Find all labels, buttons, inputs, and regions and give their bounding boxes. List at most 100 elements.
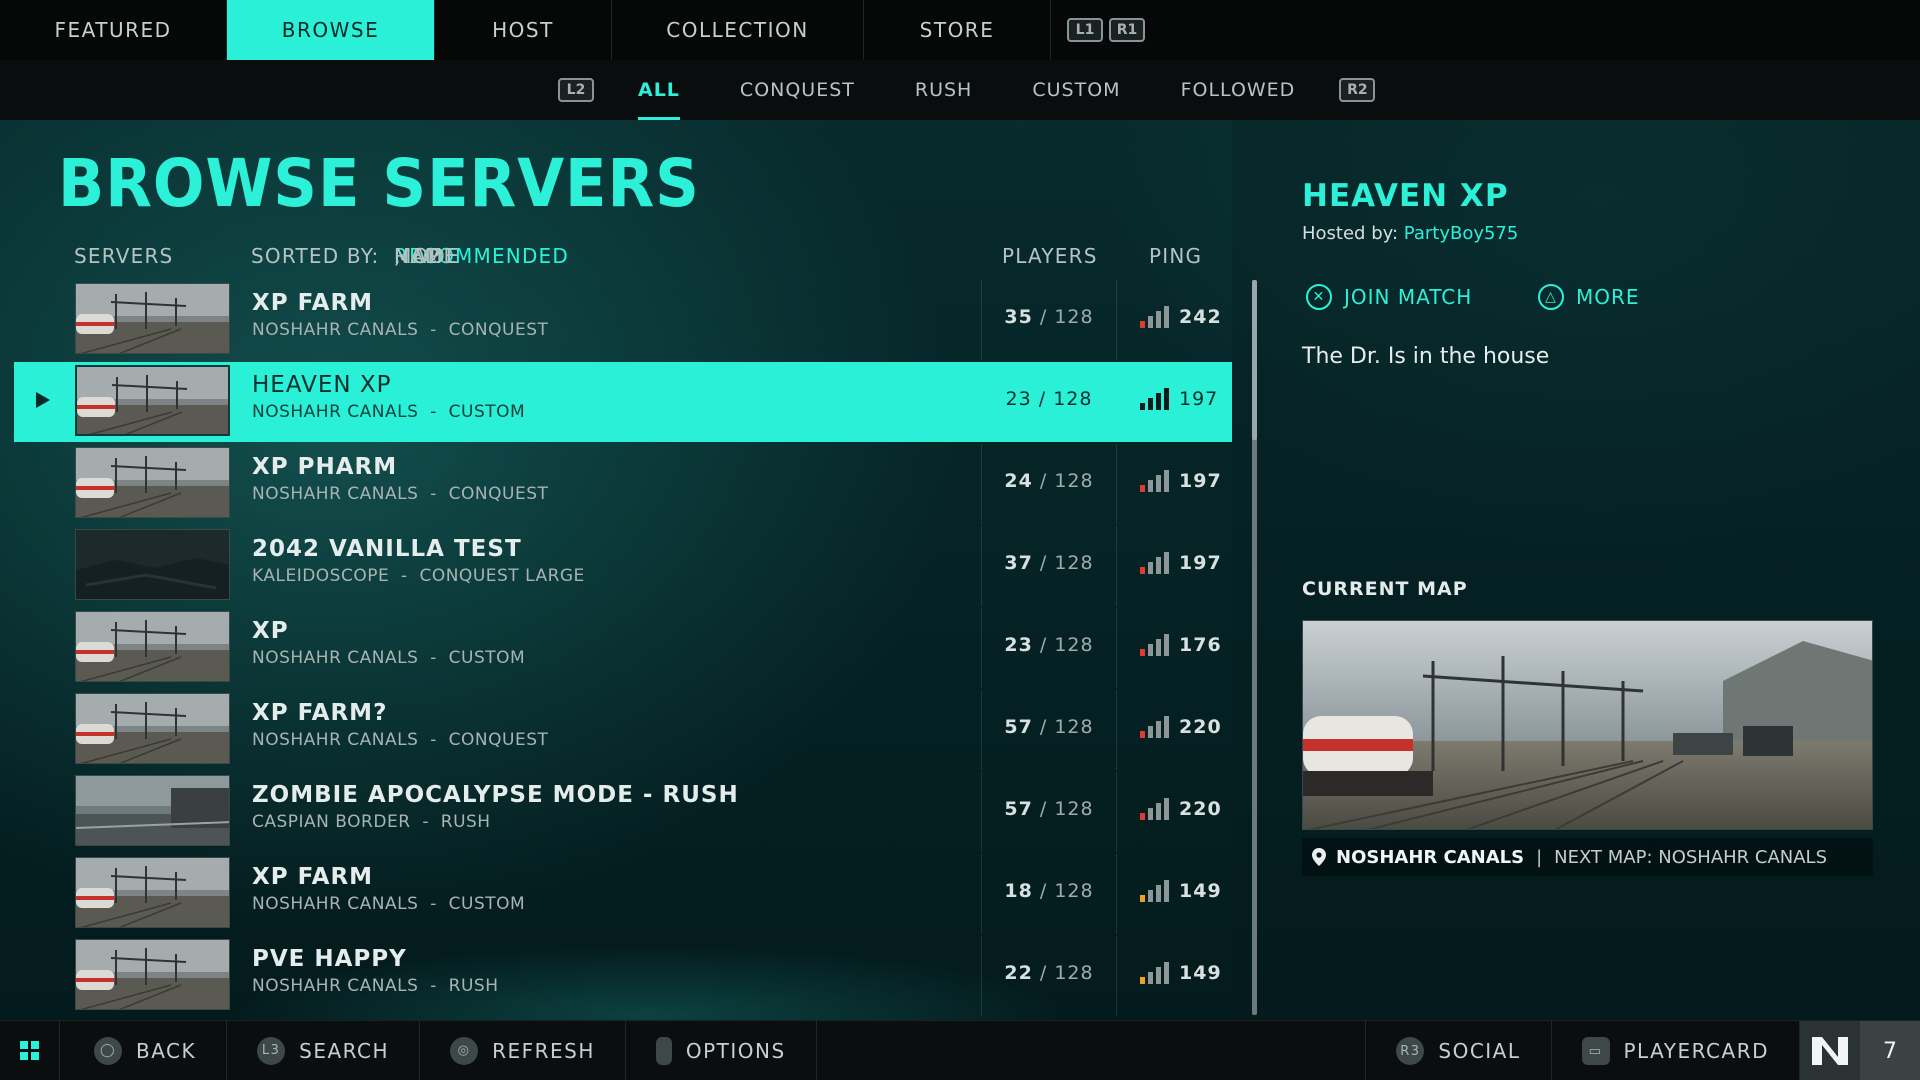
more-label: MORE [1576,285,1640,309]
list-scrollbar[interactable] [1252,280,1257,1015]
sorted-by-label: SORTED BY: [251,244,380,268]
server-map-mode: CASPIAN BORDER - RUSH [252,812,491,832]
r3-stick-icon: R3 [1396,1037,1425,1065]
refresh-button[interactable]: ◎ REFRESH [420,1021,626,1080]
search-button[interactable]: L3 SEARCH [227,1021,421,1080]
cross-button-icon: ✕ [1306,284,1332,310]
social-button[interactable]: R3 SOCIAL [1365,1021,1552,1080]
server-name: HEAVEN XP [252,372,392,398]
square-button-icon: ◎ [450,1036,479,1065]
emblem-logo-icon [1812,1037,1848,1065]
notification-count[interactable]: 7 [1860,1021,1920,1080]
back-button[interactable]: ◯ BACK [60,1021,228,1080]
options-button-icon [655,1036,672,1065]
server-thumbnail [75,529,230,600]
tab-host[interactable]: HOST [435,0,612,60]
playercard-button[interactable]: ▭ PLAYERCARD [1552,1021,1800,1080]
filter-tab-conquest[interactable]: CONQUEST [740,60,855,120]
page-title: BROWSE SERVERS [58,145,700,222]
hosted-by: Hosted by: PartyBoy575 [1302,223,1518,244]
more-button[interactable]: △ MORE [1538,284,1640,310]
playercard-label: PLAYERCARD [1623,1039,1769,1063]
server-row[interactable]: HEAVEN XP NOSHAHR CANALS - CUSTOM 23 / 128… [14,362,1232,442]
filter-tab-all[interactable]: ALL [638,60,680,120]
server-thumbnail [75,283,230,354]
signal-strength-icon [1140,960,1172,986]
join-match-button[interactable]: ✕ JOIN MATCH [1306,284,1472,310]
player-count: 22 / 128 [1004,962,1094,984]
signal-strength-icon [1140,550,1172,576]
top-nav: FEATURED BROWSE HOST COLLECTION STORE L1… [0,0,1920,60]
signal-strength-icon [1140,632,1172,658]
server-thumbnail [75,857,230,928]
l3-stick-icon: L3 [257,1036,286,1065]
server-thumbnail [75,775,230,846]
list-header: SERVERS SORTED BY: RECOMMENDED, NAME, MO… [74,244,1203,268]
server-thumbnail [75,939,230,1010]
server-row[interactable]: XP FARM? NOSHAHR CANALS - CONQUEST 57 / 12… [14,690,1232,770]
filter-tab-rush[interactable]: RUSH [915,60,972,120]
server-name: ZOMBIE APOCALYPSE MODE - RUSH [252,782,739,808]
tab-featured[interactable]: FEATURED [0,0,227,60]
server-map-mode: NOSHAHR CANALS - CUSTOM [252,894,526,914]
signal-strength-icon [1140,468,1172,494]
hosted-by-label: Hosted by: [1302,223,1399,244]
filter-tab-followed[interactable]: FOLLOWED [1181,60,1296,120]
server-row[interactable]: XP FARM NOSHAHR CANALS - CONQUEST 35 / 128… [14,280,1232,360]
l1-button-icon[interactable]: L1 [1067,18,1103,42]
ping-value: 197 [1179,470,1222,492]
player-emblem[interactable] [1800,1021,1860,1080]
server-row[interactable]: PVE HAPPY NOSHAHR CANALS - RUSH 22 / 128 14… [14,936,1232,1016]
r1-button-icon[interactable]: R1 [1109,18,1145,42]
server-description: The Dr. Is in the house [1302,344,1550,369]
server-row[interactable]: XP FARM NOSHAHR CANALS - CUSTOM 18 / 128 14… [14,854,1232,934]
server-thumbnail [75,447,230,518]
server-row[interactable]: XP NOSHAHR CANALS - CUSTOM 23 / 128 176 [14,608,1232,688]
scrollbar-thumb[interactable] [1252,280,1257,440]
host-name[interactable]: PartyBoy575 [1404,223,1519,244]
player-count: 23 / 128 [1004,634,1094,656]
server-map-mode: NOSHAHR CANALS - CONQUEST [252,730,549,750]
social-label: SOCIAL [1438,1039,1521,1063]
tab-store[interactable]: STORE [864,0,1051,60]
tab-collection[interactable]: COLLECTION [612,0,864,60]
r2-button-icon[interactable]: R2 [1339,78,1376,102]
refresh-label: REFRESH [492,1038,595,1063]
server-name: XP FARM [252,864,374,890]
server-row[interactable]: XP PHARM NOSHAHR CANALS - CONQUEST 24 / 12… [14,444,1232,524]
map-info-bar: NOSHAHR CANALS | NEXT MAP: NOSHAHR CANAL… [1302,838,1873,876]
tab-browse[interactable]: BROWSE [227,0,435,60]
circle-button-icon: ◯ [94,1036,122,1065]
server-row[interactable]: 2042 VANILLA TEST KALEIDOSCOPE - CONQUEST… [14,526,1232,606]
menu-grid-button[interactable] [0,1021,60,1080]
options-label: OPTIONS [685,1038,786,1063]
back-label: BACK [136,1038,197,1063]
server-thumbnail [75,611,230,682]
touchpad-icon: ▭ [1581,1037,1610,1065]
sort-map[interactable]: MAP [394,244,441,268]
filter-tab-custom[interactable]: CUSTOM [1032,60,1120,120]
players-column-header: PLAYERS [1002,244,1098,268]
l2-button-icon[interactable]: L2 [558,78,594,102]
server-map-mode: NOSHAHR CANALS - CUSTOM [252,402,526,422]
triangle-button-icon: △ [1538,284,1564,310]
ping-value: 220 [1179,798,1222,820]
server-name: XP [252,618,289,644]
player-count: 37 / 128 [1004,552,1094,574]
ping-value: 176 [1179,634,1222,656]
player-count: 57 / 128 [1004,716,1094,738]
signal-strength-icon [1140,304,1172,330]
ping-column-header: PING [1149,244,1203,268]
ping-value: 242 [1179,306,1222,328]
current-map-image [1302,620,1873,830]
server-map-mode: NOSHAHR CANALS - CONQUEST [252,320,549,340]
server-name: XP FARM? [252,700,388,726]
server-row[interactable]: ZOMBIE APOCALYPSE MODE - RUSH CASPIAN BOR… [14,772,1232,852]
server-map-mode: NOSHAHR CANALS - RUSH [252,976,499,996]
shoulder-buttons: L1 R1 [1051,0,1145,60]
current-map-label: CURRENT MAP [1302,578,1468,600]
player-count: 35 / 128 [1004,306,1094,328]
options-button[interactable]: OPTIONS [626,1021,817,1080]
ping-value: 220 [1179,716,1222,738]
server-list: XP FARM NOSHAHR CANALS - CONQUEST 35 / 128… [14,280,1232,1018]
